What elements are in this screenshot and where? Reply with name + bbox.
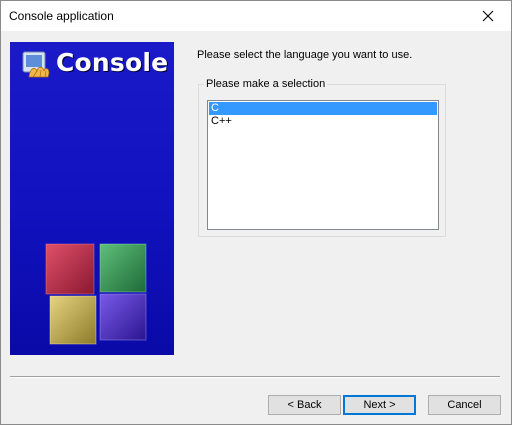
next-button[interactable]: Next > [343, 395, 416, 415]
selection-group: Please make a selection C C++ [198, 78, 446, 237]
close-button[interactable] [465, 1, 511, 31]
wizard-banner: Console [10, 42, 174, 355]
language-prompt: Please select the language you want to u… [197, 49, 413, 61]
back-button[interactable]: < Back [268, 395, 341, 415]
language-option-cpp[interactable]: C++ [209, 115, 437, 128]
language-listbox[interactable]: C C++ [207, 100, 439, 230]
banner-title: Console [56, 48, 169, 77]
codeblocks-logo-icon [20, 49, 52, 81]
close-icon [482, 10, 494, 22]
colored-cubes-graphic [40, 238, 150, 348]
title-bar: Console application [1, 1, 511, 31]
cancel-button[interactable]: Cancel [428, 395, 501, 415]
window-title: Console application [9, 9, 114, 23]
footer-separator [10, 376, 500, 378]
language-option-c[interactable]: C [209, 102, 437, 115]
wizard-window: Console application Console Please selec… [0, 0, 512, 425]
selection-legend: Please make a selection [204, 78, 328, 90]
